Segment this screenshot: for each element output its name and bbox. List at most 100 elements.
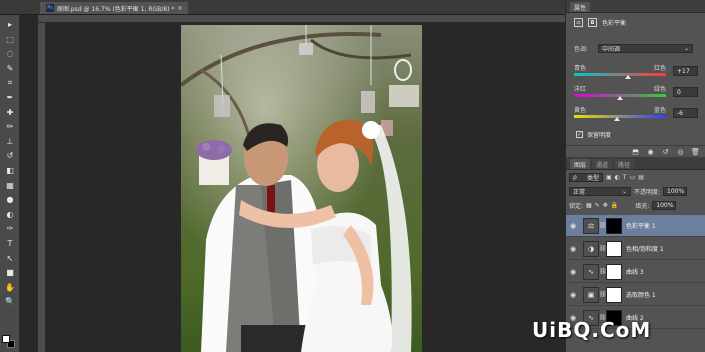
move-icon[interactable]: ▸: [4, 19, 16, 30]
preserve-label: 保留明度: [587, 132, 612, 139]
properties-footer: ⬒ ◉ ↺ ◎ 🗑: [566, 145, 705, 157]
layer-name: 色彩平衡 1: [626, 223, 656, 230]
eraser-icon[interactable]: ◧: [4, 165, 16, 176]
lock-brush-icon[interactable]: ✎: [595, 202, 600, 209]
blend-row: 正常 ⌄ 不透明度: 100%: [569, 186, 703, 197]
adjustment-layer-icon: ◑: [583, 240, 599, 257]
history-brush-icon[interactable]: ↺: [4, 150, 16, 161]
zoom-icon[interactable]: 🔍: [4, 296, 16, 307]
filter-kind-select[interactable]: ρ 类型: [569, 173, 603, 182]
filter-shape-icon[interactable]: ▭: [630, 174, 636, 181]
opacity-value: 100%: [667, 188, 685, 195]
layer-mask-thumbnail[interactable]: [606, 240, 622, 257]
photoshop-window: Ps 原图.psd @ 16.7% (色彩平衡 1, RGB/8) * × ▸ ⬚…: [0, 0, 705, 352]
layer-row[interactable]: ◉ ∿ ⛓ 曲线 3: [566, 261, 705, 283]
blend-mode-select[interactable]: 正常 ⌄: [569, 187, 631, 196]
eye-icon[interactable]: ◉: [566, 291, 580, 299]
slider-right-label: 绿色: [653, 86, 666, 93]
layer-mask-thumbnail[interactable]: [606, 263, 622, 280]
lasso-icon[interactable]: ◌: [4, 48, 16, 59]
tab-paths[interactable]: 路径: [614, 159, 635, 169]
foreground-color-swatch[interactable]: [2, 335, 10, 343]
link-icon[interactable]: ⛓: [599, 268, 607, 275]
slider-left-label: 洋红: [574, 86, 587, 93]
preserve-luminosity[interactable]: ✓ 保留明度: [576, 130, 611, 139]
cyan-red-slider[interactable]: 青色 红色 +17: [574, 63, 699, 83]
mask-icon[interactable]: ◘: [588, 18, 597, 27]
eyedropper-icon[interactable]: ✒: [4, 92, 16, 103]
stamp-icon[interactable]: ⊥: [4, 136, 16, 147]
close-icon[interactable]: ×: [177, 5, 182, 12]
slider-value-field[interactable]: -6: [673, 108, 698, 118]
slider-thumb[interactable]: [614, 117, 621, 121]
shape-icon[interactable]: ■: [4, 267, 16, 278]
right-panels: 属性 ⚖ ◘ 色彩平衡 色调: 中间调 ⌄ 青色 红色 +17 洋红 绿色 0 …: [565, 0, 705, 352]
filter-smart-icon[interactable]: ▤: [638, 174, 644, 181]
slider-value-field[interactable]: +17: [673, 66, 698, 76]
type-icon[interactable]: T: [4, 238, 16, 249]
eye-icon[interactable]: ◉: [566, 222, 580, 230]
filter-adjust-icon[interactable]: ◐: [615, 174, 620, 181]
visibility-icon[interactable]: ◎: [676, 148, 685, 156]
reset-icon[interactable]: ↺: [661, 148, 670, 156]
layer-mask-thumbnail[interactable]: [606, 286, 622, 303]
marquee-icon[interactable]: ⬚: [4, 34, 16, 45]
lock-all-icon[interactable]: 🔒: [611, 202, 618, 209]
layer-name: 色相/饱和度 1: [626, 246, 664, 253]
magenta-green-slider[interactable]: 洋红 绿色 0: [574, 84, 699, 104]
path-select-icon[interactable]: ↖: [4, 253, 16, 264]
document-tab[interactable]: Ps 原图.psd @ 16.7% (色彩平衡 1, RGB/8) * ×: [40, 2, 189, 14]
tab-layers[interactable]: 图层: [570, 159, 591, 169]
filter-pixel-icon[interactable]: ▣: [606, 174, 612, 181]
layer-row[interactable]: ◉ ▣ ⛓ 选取颜色 1: [566, 284, 705, 306]
trash-icon[interactable]: 🗑: [691, 148, 700, 156]
eye-icon[interactable]: ◉: [566, 268, 580, 276]
watermark-text: UiBQ.CoM: [532, 318, 652, 342]
opacity-field[interactable]: 100%: [663, 187, 688, 196]
hand-icon[interactable]: ✋: [4, 282, 16, 293]
tone-label: 色调:: [574, 46, 589, 53]
lock-transparent-icon[interactable]: ▦: [586, 202, 592, 209]
color-balance-icon: ⚖: [574, 18, 583, 27]
layer-row[interactable]: ◉ ◑ ⛓ 色相/饱和度 1: [566, 238, 705, 260]
tone-row: 色调: 中间调 ⌄: [574, 44, 694, 53]
layer-row[interactable]: ◉ ⚖ ⛓ 色彩平衡 1: [566, 215, 705, 237]
slider-value-field[interactable]: 0: [673, 87, 698, 97]
properties-panel: 属性 ⚖ ◘ 色彩平衡 色调: 中间调 ⌄ 青色 红色 +17 洋红 绿色 0 …: [566, 0, 705, 157]
crop-icon[interactable]: ⌗: [4, 77, 16, 88]
dodge-icon[interactable]: ◐: [4, 209, 16, 220]
opacity-label: 不透明度:: [634, 189, 661, 196]
view-previous-icon[interactable]: ◉: [646, 148, 655, 156]
yellow-blue-slider[interactable]: 黄色 蓝色 -6: [574, 105, 699, 125]
link-icon[interactable]: ⛓: [599, 222, 607, 229]
quick-select-icon[interactable]: ✎: [4, 63, 16, 74]
link-icon[interactable]: ⛓: [599, 291, 607, 298]
eye-icon[interactable]: ◉: [566, 245, 580, 253]
filter-kind-value: 类型: [586, 175, 599, 182]
clip-to-layer-icon[interactable]: ⬒: [631, 148, 640, 156]
slider-left-label: 黄色: [574, 107, 587, 114]
blur-icon[interactable]: ●: [4, 194, 16, 205]
link-icon[interactable]: ⛓: [599, 245, 607, 252]
slider-right-label: 蓝色: [653, 107, 666, 114]
tone-select[interactable]: 中间调 ⌄: [598, 44, 694, 53]
healing-icon[interactable]: ✚: [4, 107, 16, 118]
brush-icon[interactable]: ✏: [4, 121, 16, 132]
layer-mask-thumbnail[interactable]: [606, 217, 622, 234]
tools-panel: ▸ ⬚ ◌ ✎ ⌗ ✒ ✚ ✏ ⊥ ↺ ◧ ▦ ● ◐ ✑ T ↖ ■ ✋ 🔍: [0, 15, 20, 352]
pen-icon[interactable]: ✑: [4, 223, 16, 234]
ps-file-icon: Ps: [46, 4, 54, 12]
slider-track[interactable]: [574, 73, 666, 76]
gradient-icon[interactable]: ▦: [4, 180, 16, 191]
slider-thumb[interactable]: [617, 96, 623, 100]
tab-properties[interactable]: 属性: [570, 2, 591, 12]
filter-type-icon[interactable]: T: [623, 174, 627, 181]
lock-move-icon[interactable]: ✥: [603, 202, 608, 209]
preserve-checkbox[interactable]: ✓: [576, 131, 583, 138]
slider-thumb[interactable]: [625, 75, 632, 79]
tab-channels[interactable]: 通道: [592, 159, 613, 169]
wedding-photo[interactable]: [181, 25, 422, 352]
fill-field[interactable]: 100%: [652, 201, 677, 210]
horizontal-ruler: [38, 15, 565, 23]
layers-header: 图层 通道 路径: [566, 157, 705, 170]
